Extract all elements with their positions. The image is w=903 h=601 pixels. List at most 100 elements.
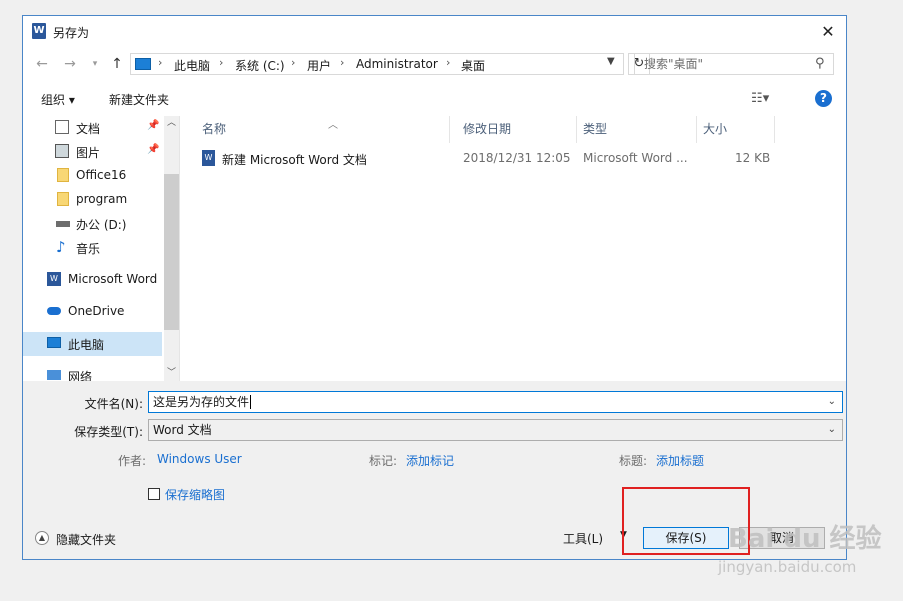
computer-icon — [47, 337, 61, 348]
file-size: 12 KB — [735, 151, 771, 165]
sidebar-item-label: 办公 (D:) — [76, 218, 127, 232]
table-row[interactable]: W 新建 Microsoft Word 文档 2018/12/31 12:05 … — [180, 147, 847, 171]
sidebar-item-pictures[interactable]: 图片 📌 — [23, 140, 178, 164]
save-thumbnail-label[interactable]: 保存缩略图 — [165, 486, 225, 503]
sidebar-item-label: program — [76, 192, 128, 206]
new-folder-button[interactable]: 新建文件夹 — [109, 91, 169, 108]
sidebar-item-microsoft-word[interactable]: W Microsoft Word — [23, 268, 178, 292]
chevron-down-icon[interactable]: ⌄ — [828, 420, 836, 440]
music-icon: ♪ — [56, 238, 66, 256]
sidebar-item-label: 音乐 — [76, 242, 101, 256]
scroll-down-icon[interactable]: ﹀ — [164, 366, 179, 381]
document-icon — [55, 120, 69, 134]
sidebar-item-office16[interactable]: Office16 — [23, 164, 178, 188]
breadcrumb-separator: › — [219, 56, 224, 69]
filename-input[interactable]: 这是另为存的文件 ⌄ — [148, 391, 843, 413]
help-icon[interactable]: ? — [815, 90, 832, 107]
sidebar-item-onedrive[interactable]: OneDrive — [23, 300, 178, 324]
save-thumbnail-checkbox[interactable] — [148, 488, 160, 500]
organize-button[interactable]: 组织 ▾ — [41, 91, 75, 108]
add-tags-link[interactable]: 添加标记 — [406, 452, 454, 469]
add-title-link[interactable]: 添加标题 — [656, 452, 704, 469]
file-name: 新建 Microsoft Word 文档 — [222, 153, 367, 167]
search-icon: ⚲ — [815, 56, 825, 71]
breadcrumb-separator: › — [446, 56, 451, 69]
sidebar-item-label: 网络 — [68, 370, 93, 381]
pin-icon[interactable]: 📌 — [147, 120, 159, 131]
column-header-label: 大小 — [703, 122, 728, 136]
sidebar-item-music[interactable]: ♪ 音乐 — [23, 236, 178, 260]
search-placeholder: 搜索"桌面" — [644, 57, 704, 71]
breadcrumb-separator: › — [291, 56, 296, 69]
scroll-thumb[interactable] — [164, 174, 179, 330]
breadcrumb-separator: › — [340, 56, 345, 69]
watermark-brand: Bai du 经验 — [728, 524, 882, 554]
picture-icon — [55, 144, 69, 158]
sidebar-item-this-pc[interactable]: 此电脑 — [23, 332, 162, 356]
breadcrumb-this-pc[interactable]: 此电脑 — [174, 57, 210, 74]
navigation-pane: 文档 📌 图片 📌 Office16 program 办公 (D:) ♪ 音乐 … — [23, 116, 178, 381]
save-as-dialog: W 另存为 ✕ ← → ▾ ↑ › 此电脑 › 系统 (C:) › 用户 › A… — [22, 15, 847, 560]
column-header-date[interactable]: 修改日期 — [455, 116, 577, 143]
title-label: 标题: — [619, 454, 648, 468]
word-app-icon: W — [32, 23, 46, 39]
window-title: 另存为 — [53, 26, 90, 40]
breadcrumb-separator: › — [158, 56, 163, 69]
scroll-up-icon[interactable]: ︿ — [164, 116, 179, 131]
column-header-label: 名称 — [202, 122, 227, 136]
pin-icon[interactable]: 📌 — [147, 144, 159, 155]
filename-label: 文件名(N): — [84, 397, 143, 411]
author-link[interactable]: Windows User — [157, 452, 242, 466]
filetype-select[interactable]: Word 文档 ⌄ — [148, 419, 843, 441]
drive-icon — [56, 221, 70, 227]
sidebar-item-label: 此电脑 — [68, 338, 105, 352]
column-header-type[interactable]: 类型 — [575, 116, 697, 143]
address-dropdown-icon[interactable]: ▼ — [607, 56, 615, 67]
sidebar-item-label: Office16 — [76, 168, 127, 182]
folder-icon — [57, 168, 69, 182]
search-input[interactable]: 搜索"桌面" ⚲ — [634, 53, 834, 75]
navigation-scrollbar[interactable]: ︿ ﹀ — [164, 116, 179, 381]
hide-folders-button[interactable]: 隐藏文件夹 — [56, 531, 116, 548]
column-header-name[interactable]: 名称 ︿ — [194, 116, 450, 143]
forward-icon[interactable]: → — [61, 54, 79, 74]
filetype-value: Word 文档 — [153, 423, 212, 437]
back-icon[interactable]: ← — [33, 54, 51, 74]
sidebar-item-drive-d[interactable]: 办公 (D:) — [23, 212, 178, 236]
cloud-icon — [47, 307, 61, 315]
breadcrumb-desktop[interactable]: 桌面 — [461, 57, 485, 74]
sidebar-item-label: Microsoft Word — [68, 272, 158, 286]
computer-icon — [135, 58, 151, 70]
chevron-up-icon[interactable]: ▲ — [35, 531, 49, 545]
filename-value: 这是另为存的文件 — [153, 395, 250, 409]
sort-ascending-icon: ︿ — [328, 120, 338, 131]
sidebar-item-program[interactable]: program — [23, 188, 178, 212]
file-type: Microsoft Word ... — [583, 151, 688, 165]
word-document-icon: W — [202, 150, 215, 166]
breadcrumb-users[interactable]: 用户 — [307, 57, 331, 74]
author-label: 作者: — [118, 454, 147, 468]
column-header-size[interactable]: 大小 — [695, 116, 775, 143]
view-options-icon[interactable]: ☷ ▾ — [751, 91, 769, 106]
breadcrumb-administrator[interactable]: Administrator — [356, 57, 438, 71]
column-header-label: 修改日期 — [463, 122, 512, 136]
network-icon — [47, 370, 61, 380]
address-bar[interactable]: › 此电脑 › 系统 (C:) › 用户 › Administrator › 桌… — [130, 53, 624, 75]
breadcrumb-system-c[interactable]: 系统 (C:) — [235, 57, 285, 74]
close-icon[interactable]: ✕ — [817, 21, 839, 43]
recent-locations-icon[interactable]: ▾ — [86, 54, 104, 74]
title-bar: W 另存为 ✕ — [23, 16, 846, 47]
column-header-label: 类型 — [583, 122, 608, 136]
word-icon: W — [47, 272, 61, 286]
sidebar-item-label: OneDrive — [68, 304, 125, 318]
sidebar-item-documents[interactable]: 文档 📌 — [23, 116, 178, 140]
tags-label: 标记: — [369, 454, 398, 468]
file-date: 2018/12/31 12:05 — [463, 151, 571, 165]
sidebar-item-network[interactable]: 网络 — [23, 364, 178, 381]
folder-icon — [57, 192, 69, 206]
command-toolbar: 组织 ▾ 新建文件夹 ☷ ▾ ? — [23, 82, 846, 116]
up-icon[interactable]: ↑ — [108, 54, 126, 74]
chevron-down-icon[interactable]: ⌄ — [828, 392, 836, 412]
tools-button[interactable]: 工具(L) — [563, 530, 603, 547]
sidebar-item-label: 图片 — [76, 146, 101, 160]
